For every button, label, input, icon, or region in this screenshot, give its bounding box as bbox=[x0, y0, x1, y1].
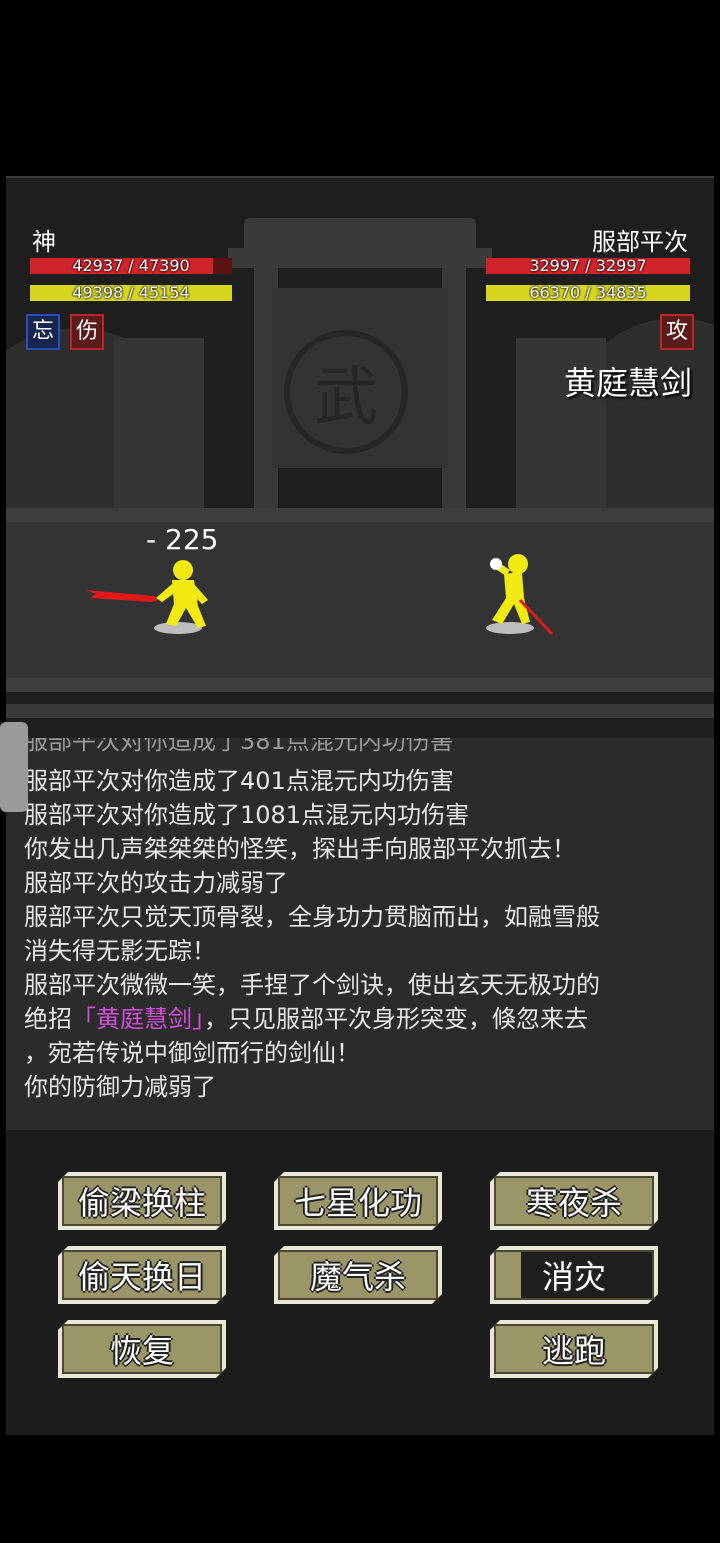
banner-left bbox=[114, 338, 204, 508]
front-fence-rail bbox=[6, 704, 714, 718]
skill-label: 偷梁换柱 bbox=[62, 1176, 222, 1226]
skill-label: 寒夜杀 bbox=[494, 1176, 654, 1226]
player-fighter bbox=[86, 560, 208, 634]
log-line-prefix: 绝招 bbox=[24, 1005, 72, 1033]
player-hp-bar: 42937 / 47390 bbox=[30, 258, 232, 274]
enemy-current-skill: 黄庭慧剑 bbox=[563, 364, 692, 402]
player-name: 神 bbox=[32, 228, 56, 256]
battle-scene: 武 神 42937 / 47390 49398 / 45154 忘 伤 服部平次… bbox=[6, 178, 714, 738]
player-sword-icon bbox=[86, 590, 158, 602]
skill-panel: 偷梁换柱 七星化功 寒夜杀 偷天换日 魔气杀 消灾 恢复 逃跑 bbox=[6, 1130, 714, 1435]
skill-label: 逃跑 bbox=[494, 1324, 654, 1374]
log-line: 消失得无影无踪！ bbox=[24, 937, 216, 965]
skill-button[interactable]: 偷天换日 bbox=[58, 1246, 226, 1304]
skill-button[interactable]: 七星化功 bbox=[274, 1172, 442, 1230]
skill-label: 消灾 bbox=[494, 1250, 654, 1300]
enemy-mp-bar: 66370 / 34835 bbox=[486, 285, 690, 301]
recover-button[interactable]: 恢复 bbox=[58, 1320, 226, 1378]
side-drawer-handle[interactable] bbox=[0, 722, 28, 812]
player-hp-text: 42937 / 47390 bbox=[72, 256, 190, 275]
log-skill-highlight: 「黄庭慧剑」 bbox=[72, 1005, 204, 1033]
gate-roof bbox=[244, 218, 476, 248]
log-line: 服部平次对你造成了401点混元内功伤害 bbox=[24, 767, 454, 795]
skill-button-cooldown[interactable]: 消灾 bbox=[490, 1246, 658, 1304]
battle-log[interactable]: 服部平次对你造成了381点混元内功伤害 服部平次对你造成了401点混元内功伤害 … bbox=[20, 738, 710, 1128]
skill-label: 恢复 bbox=[62, 1324, 222, 1374]
enemy-hp-text: 32997 / 32997 bbox=[529, 256, 647, 275]
player-shadow bbox=[154, 622, 202, 634]
skill-label: 七星化功 bbox=[278, 1176, 438, 1226]
player-status-forget[interactable]: 忘 bbox=[26, 314, 60, 350]
player-status-injury[interactable]: 伤 bbox=[70, 314, 104, 350]
front-fence-rail bbox=[6, 678, 714, 692]
skill-label: 偷天换日 bbox=[62, 1250, 222, 1300]
fence-rail bbox=[6, 508, 714, 522]
battle-screen: 武 神 42937 / 47390 49398 / 45154 忘 伤 服部平次… bbox=[6, 178, 714, 1435]
log-line-suffix: ，只见服部平次身形突变，倏忽来去 bbox=[204, 1005, 588, 1033]
log-line: 服部平次只觉天顶骨裂，全身功力贯脑而出，如融雪般 bbox=[24, 903, 600, 931]
enemy-name: 服部平次 bbox=[592, 228, 688, 256]
skill-button[interactable]: 魔气杀 bbox=[274, 1246, 442, 1304]
log-line: 你的防御力减弱了 bbox=[24, 1073, 216, 1101]
log-line: ，宛若传说中御剑而行的剑仙！ bbox=[24, 1039, 360, 1067]
player-mp-bar: 49398 / 45154 bbox=[30, 285, 232, 301]
log-line-partial: 服部平次对你造成了381点混元内功伤害 bbox=[24, 738, 454, 755]
enemy-hp-bar: 32997 / 32997 bbox=[486, 258, 690, 274]
log-line: 你发出几声桀桀桀的怪笑，探出手向服部平次抓去！ bbox=[24, 835, 576, 863]
flee-button[interactable]: 逃跑 bbox=[490, 1320, 658, 1378]
log-line: 绝招「黄庭慧剑」，只见服部平次身形突变，倏忽来去 bbox=[24, 1002, 588, 1036]
enemy-hand-icon bbox=[490, 558, 502, 570]
log-line: 服部平次的攻击力减弱了 bbox=[24, 869, 288, 897]
skill-label: 魔气杀 bbox=[278, 1250, 438, 1300]
log-line: 服部平次微微一笑，手捏了个剑诀，使出玄天无极功的 bbox=[24, 971, 600, 999]
gate-beam bbox=[228, 248, 492, 268]
enemy-fighter bbox=[486, 554, 554, 636]
enemy-shadow bbox=[486, 622, 534, 634]
player-figure-icon bbox=[156, 560, 208, 628]
skill-button[interactable]: 偷梁换柱 bbox=[58, 1172, 226, 1230]
skill-button[interactable]: 寒夜杀 bbox=[490, 1172, 658, 1230]
enemy-status-attack[interactable]: 攻 bbox=[660, 314, 694, 350]
gate-emblem: 武 bbox=[284, 330, 408, 454]
log-line: 服部平次对你造成了1081点混元内功伤害 bbox=[24, 801, 470, 829]
player-mp-text: 49398 / 45154 bbox=[72, 283, 190, 302]
enemy-mp-text: 66370 / 34835 bbox=[529, 283, 647, 302]
